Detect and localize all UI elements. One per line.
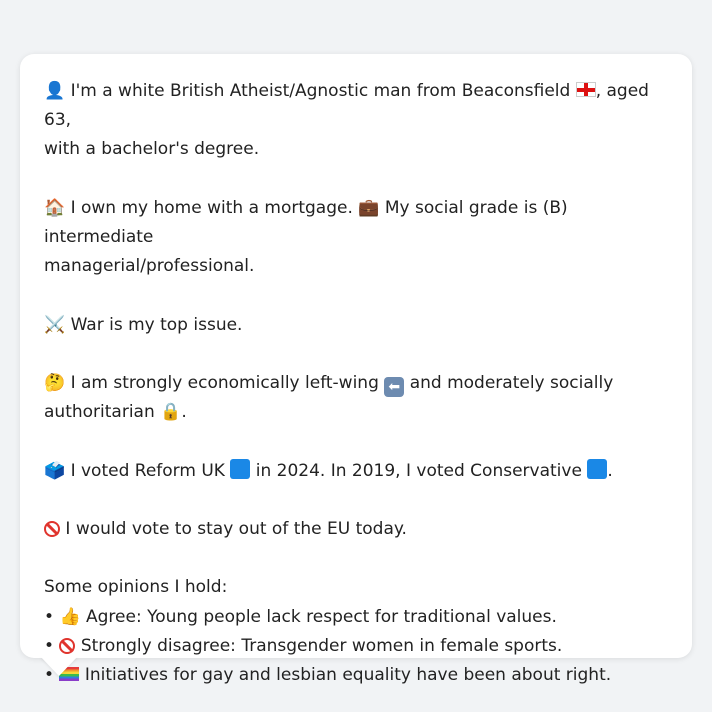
identity-paragraph: 👤 I'm a white British Atheist/Agnostic m… xyxy=(44,77,668,165)
education-text: with a bachelor's degree. xyxy=(44,139,260,160)
message-bubble: 👤 I'm a white British Atheist/Agnostic m… xyxy=(20,54,692,685)
authoritarian-text: authoritarian xyxy=(44,402,155,423)
no-entry-icon xyxy=(59,637,76,654)
briefcase-icon: 💼 xyxy=(358,197,380,218)
blue-square-icon xyxy=(587,458,608,479)
ballot-box-icon: 🗳️ xyxy=(44,460,66,481)
thinking-icon: 🤔 xyxy=(44,372,66,393)
left-arrow-icon: ⬅ xyxy=(384,376,405,397)
opinion-text: Initiatives for gay and lesbian equality… xyxy=(84,664,612,685)
economic-text: I am strongly economically left-wing xyxy=(70,372,379,393)
thumbs-up-icon: 👍 xyxy=(59,606,81,627)
lock-icon: 🔒 xyxy=(160,402,182,423)
blue-square-icon xyxy=(230,458,251,479)
top-issue-text: War is my top issue. xyxy=(70,314,243,335)
ideology-paragraph: 🤔 I am strongly economically left-wing ⬅… xyxy=(44,372,614,423)
swords-icon: ⚔️ xyxy=(44,314,66,335)
identity-text: I'm a white British Atheist/Agnostic man… xyxy=(70,81,571,101)
list-item: • Strongly disagree: Transgender women i… xyxy=(44,635,563,656)
social-text: and moderately socially xyxy=(409,372,614,393)
house-icon: 🏠 xyxy=(44,197,66,218)
issue-paragraph: ⚔️ War is my top issue. xyxy=(44,311,668,340)
social-grade-detail: managerial/professional. xyxy=(44,256,255,277)
opinion-text: Agree: Young people lack respect for tra… xyxy=(86,606,557,627)
vote-2024-text: I voted Reform UK xyxy=(70,460,225,481)
no-entry-icon xyxy=(44,520,60,537)
list-item: • 👍 Agree: Young people lack respect for… xyxy=(44,606,557,627)
opinions-heading: Some opinions I hold: xyxy=(44,577,228,598)
person-icon: 👤 xyxy=(44,81,66,101)
eu-text: I would vote to stay out of the EU today… xyxy=(65,518,407,539)
opinion-text: Strongly disagree: Transgender women in … xyxy=(80,635,563,656)
england-flag-icon xyxy=(575,82,596,97)
home-text: I own my home with a mortgage. xyxy=(70,197,353,218)
list-item: • Initiatives for gay and lesbian equali… xyxy=(44,664,612,685)
opinions-paragraph: Some opinions I hold: • 👍 Agree: Young p… xyxy=(44,573,668,690)
vote-2019-text: in 2024. In 2019, I voted Conservative xyxy=(255,460,582,481)
eu-paragraph: I would vote to stay out of the EU today… xyxy=(44,515,668,544)
bubble-tail xyxy=(40,656,78,676)
vote-paragraph: 🗳️ I voted Reform UK in 2024. In 2019, I… xyxy=(44,458,613,481)
housing-paragraph: 🏠 I own my home with a mortgage. 💼 My so… xyxy=(44,194,668,282)
